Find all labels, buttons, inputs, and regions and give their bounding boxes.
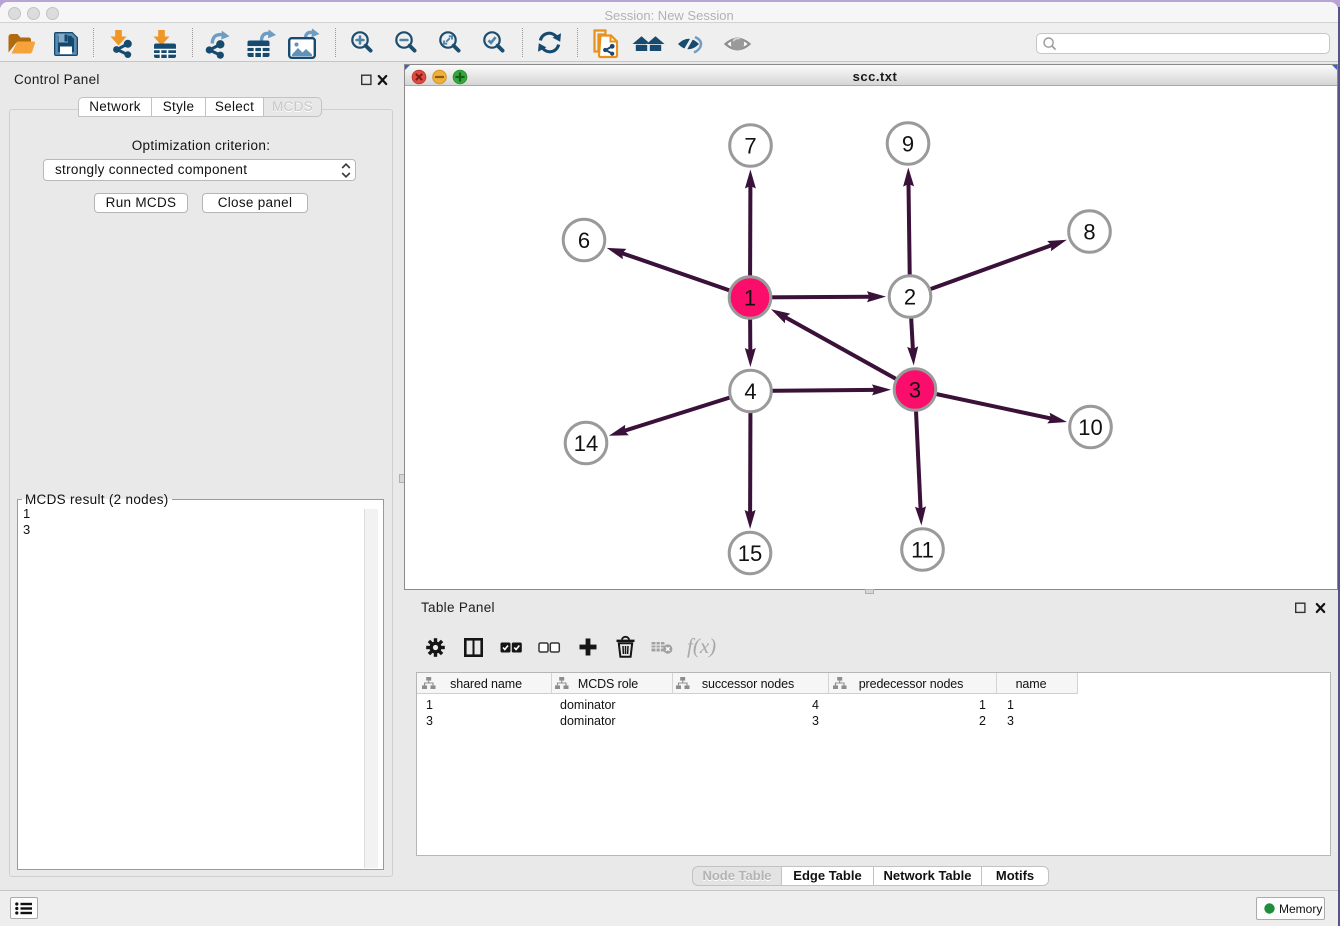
svg-text:4: 4 xyxy=(744,379,756,404)
svg-text:7: 7 xyxy=(744,133,756,158)
svg-text:8: 8 xyxy=(1083,219,1095,244)
svg-text:2: 2 xyxy=(904,284,916,309)
svg-text:3: 3 xyxy=(909,377,921,402)
svg-text:14: 14 xyxy=(574,431,598,456)
svg-text:1: 1 xyxy=(744,285,756,310)
svg-text:15: 15 xyxy=(738,541,762,566)
svg-text:10: 10 xyxy=(1078,415,1102,440)
svg-text:11: 11 xyxy=(911,537,934,562)
svg-text:9: 9 xyxy=(902,131,914,156)
svg-text:6: 6 xyxy=(578,228,590,253)
